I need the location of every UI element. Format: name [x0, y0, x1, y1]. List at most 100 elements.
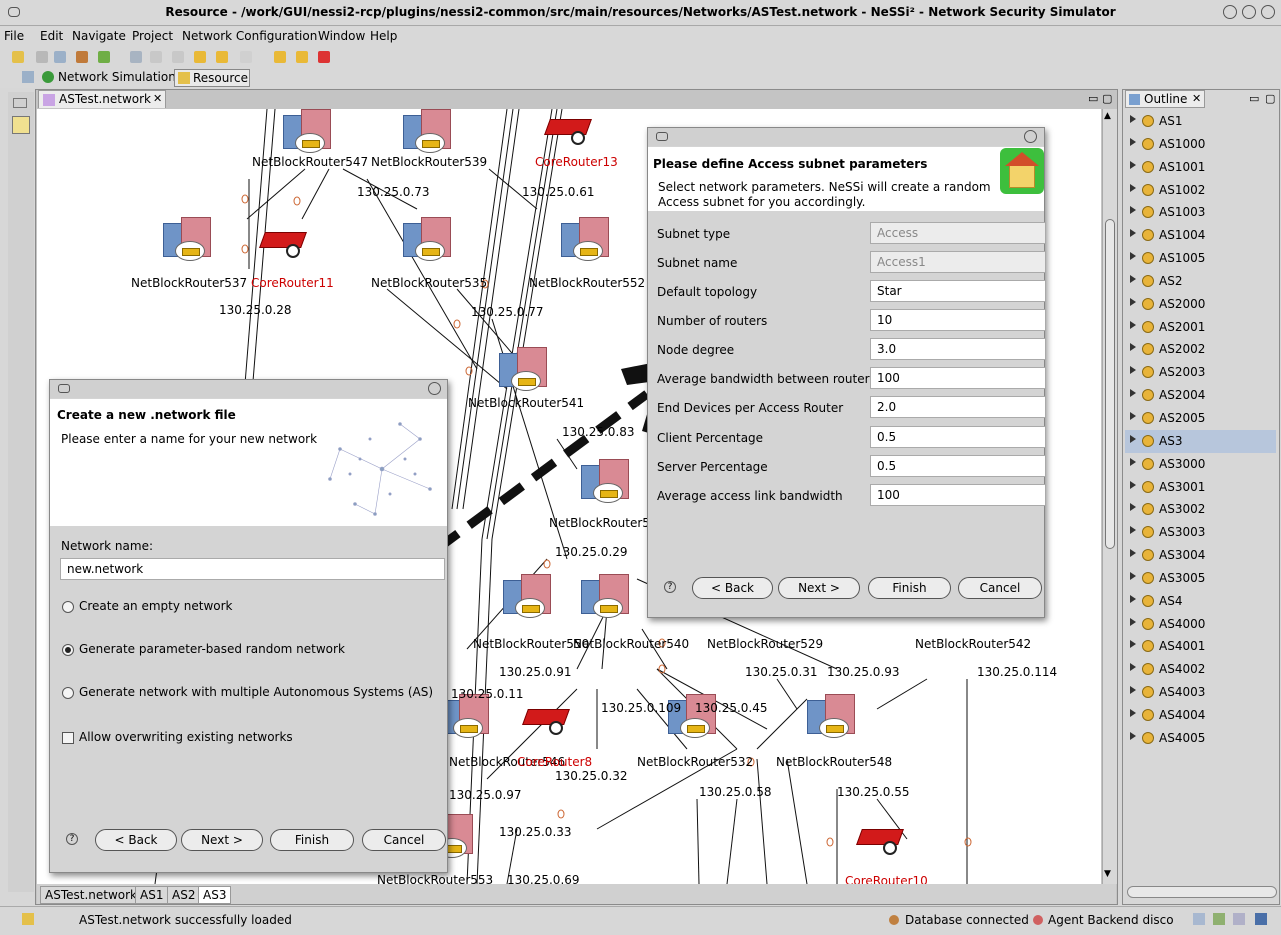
maximize-icon[interactable]	[1242, 5, 1256, 19]
finish-button[interactable]: Finish	[270, 829, 354, 851]
option-multiple-as[interactable]: Generate network with multiple Autonomou…	[79, 685, 433, 699]
outline-item[interactable]: AS3004	[1125, 544, 1276, 567]
page-tab-as2[interactable]: AS2	[167, 886, 201, 904]
cancel-button[interactable]: Cancel	[958, 577, 1042, 599]
outline-item[interactable]: AS2003	[1125, 361, 1276, 384]
status-tool-icon[interactable]	[1233, 913, 1245, 925]
expand-icon[interactable]	[1130, 137, 1136, 146]
outline-item[interactable]: AS3001	[1125, 476, 1276, 499]
expand-icon[interactable]	[1130, 297, 1136, 306]
allow-overwrite-checkbox[interactable]	[62, 732, 74, 744]
expand-icon[interactable]	[1130, 503, 1136, 512]
last-edit-icon[interactable]	[194, 51, 206, 63]
expand-icon[interactable]	[1130, 731, 1136, 740]
expand-icon[interactable]	[1130, 640, 1136, 649]
core-router-icon[interactable]	[544, 111, 592, 147]
package-explorer-icon[interactable]	[12, 116, 30, 134]
maximize-editor-icon[interactable]: ▢	[1102, 92, 1112, 105]
client-percentage-field[interactable]: 0.5	[870, 426, 1046, 448]
scroll-down-icon[interactable]: ▼	[1104, 869, 1111, 879]
expand-icon[interactable]	[1130, 594, 1136, 603]
back-button[interactable]: < Back	[95, 829, 177, 851]
next-button[interactable]: Next >	[181, 829, 263, 851]
page-tab-as1[interactable]: AS1	[135, 886, 169, 904]
radio-random-network[interactable]	[62, 644, 74, 656]
netblock-router-icon[interactable]	[803, 694, 859, 738]
outline-item[interactable]: AS3002	[1125, 498, 1276, 521]
outline-item[interactable]: AS1001	[1125, 156, 1276, 179]
outline-item[interactable]: AS4005	[1125, 727, 1276, 750]
server-percentage-field[interactable]: 0.5	[870, 455, 1046, 477]
next-button[interactable]: Next >	[778, 577, 860, 599]
outline-item[interactable]: AS3	[1125, 429, 1276, 453]
outline-item[interactable]: AS3003	[1125, 521, 1276, 544]
fast-view-icon[interactable]	[22, 913, 34, 925]
outline-item[interactable]: AS2004	[1125, 384, 1276, 407]
outline-item[interactable]: AS4000	[1125, 613, 1276, 636]
expand-icon[interactable]	[1130, 274, 1136, 283]
help-icon[interactable]: ?	[664, 581, 676, 593]
core-router-icon[interactable]	[522, 701, 570, 737]
avg-bandwidth-field[interactable]: 100	[870, 367, 1046, 389]
netblock-router-icon[interactable]	[577, 574, 633, 618]
expand-icon[interactable]	[1130, 617, 1136, 626]
perspective-simulation[interactable]: Network Simulation	[58, 70, 176, 84]
radio-empty-network[interactable]	[62, 601, 74, 613]
redo-icon[interactable]	[296, 51, 308, 63]
back-arrow-icon[interactable]	[216, 51, 228, 63]
expand-icon[interactable]	[1130, 160, 1136, 169]
netblock-router-icon[interactable]	[495, 347, 551, 391]
menu-help[interactable]: Help	[370, 29, 397, 43]
network-name-input[interactable]: new.network	[60, 558, 445, 580]
expand-icon[interactable]	[1130, 526, 1136, 535]
outline-item[interactable]: AS2005	[1125, 407, 1276, 430]
menu-network-configuration[interactable]: Network Configuration	[182, 29, 317, 43]
expand-icon[interactable]	[1130, 411, 1136, 420]
outline-horizontal-scrollbar[interactable]	[1127, 886, 1277, 898]
close-tab-icon[interactable]: ✕	[153, 92, 162, 105]
netblock-router-icon[interactable]	[399, 217, 455, 261]
expand-icon[interactable]	[1130, 229, 1136, 238]
minimize-outline-icon[interactable]: ▭	[1249, 92, 1259, 105]
expand-icon[interactable]	[1130, 206, 1136, 215]
next-annotation-icon[interactable]	[150, 51, 162, 63]
maximize-outline-icon[interactable]: ▢	[1265, 92, 1275, 105]
dialog-menu-icon[interactable]	[656, 132, 668, 141]
menu-window[interactable]: Window	[318, 29, 365, 43]
netblock-router-icon[interactable]	[499, 574, 555, 618]
expand-icon[interactable]	[1130, 434, 1136, 443]
default-topology-field[interactable]: Star	[870, 280, 1046, 302]
expand-icon[interactable]	[1130, 571, 1136, 580]
outline-item[interactable]: AS4004	[1125, 704, 1276, 727]
outline-item[interactable]: AS4001	[1125, 635, 1276, 658]
cancel-button[interactable]: Cancel	[362, 829, 446, 851]
open-perspective-icon[interactable]	[22, 71, 34, 83]
menu-project[interactable]: Project	[132, 29, 173, 43]
page-tab-astest[interactable]: ASTest.network	[40, 886, 143, 904]
expand-icon[interactable]	[1130, 457, 1136, 466]
new-icon[interactable]	[12, 51, 24, 63]
outline-item[interactable]: AS2001	[1125, 316, 1276, 339]
netblock-router-icon[interactable]	[557, 217, 613, 261]
expand-icon[interactable]	[1130, 366, 1136, 375]
outline-item[interactable]: AS1005	[1125, 247, 1276, 270]
outline-item[interactable]: AS1	[1125, 110, 1276, 133]
netblock-router-icon[interactable]	[399, 109, 455, 153]
netblock-router-icon[interactable]	[159, 217, 215, 261]
page-tab-as3[interactable]: AS3	[198, 886, 232, 904]
option-empty-network[interactable]: Create an empty network	[79, 599, 233, 613]
expand-icon[interactable]	[1130, 115, 1136, 123]
outline-item[interactable]: AS3005	[1125, 567, 1276, 590]
scroll-thumb[interactable]	[1105, 219, 1115, 549]
expand-icon[interactable]	[1130, 343, 1136, 352]
number-of-routers-field[interactable]: 10	[870, 309, 1046, 331]
editor-vertical-scrollbar[interactable]: ▲ ▼	[1102, 109, 1117, 884]
status-tool-icon[interactable]	[1193, 913, 1205, 925]
print-icon[interactable]	[54, 51, 66, 63]
outline-item[interactable]: AS3000	[1125, 453, 1276, 476]
core-router-icon[interactable]	[856, 821, 904, 857]
outline-item[interactable]: AS4	[1125, 590, 1276, 613]
outline-item[interactable]: AS4003	[1125, 681, 1276, 704]
core-router-icon[interactable]	[259, 224, 307, 260]
expand-icon[interactable]	[1130, 183, 1136, 192]
